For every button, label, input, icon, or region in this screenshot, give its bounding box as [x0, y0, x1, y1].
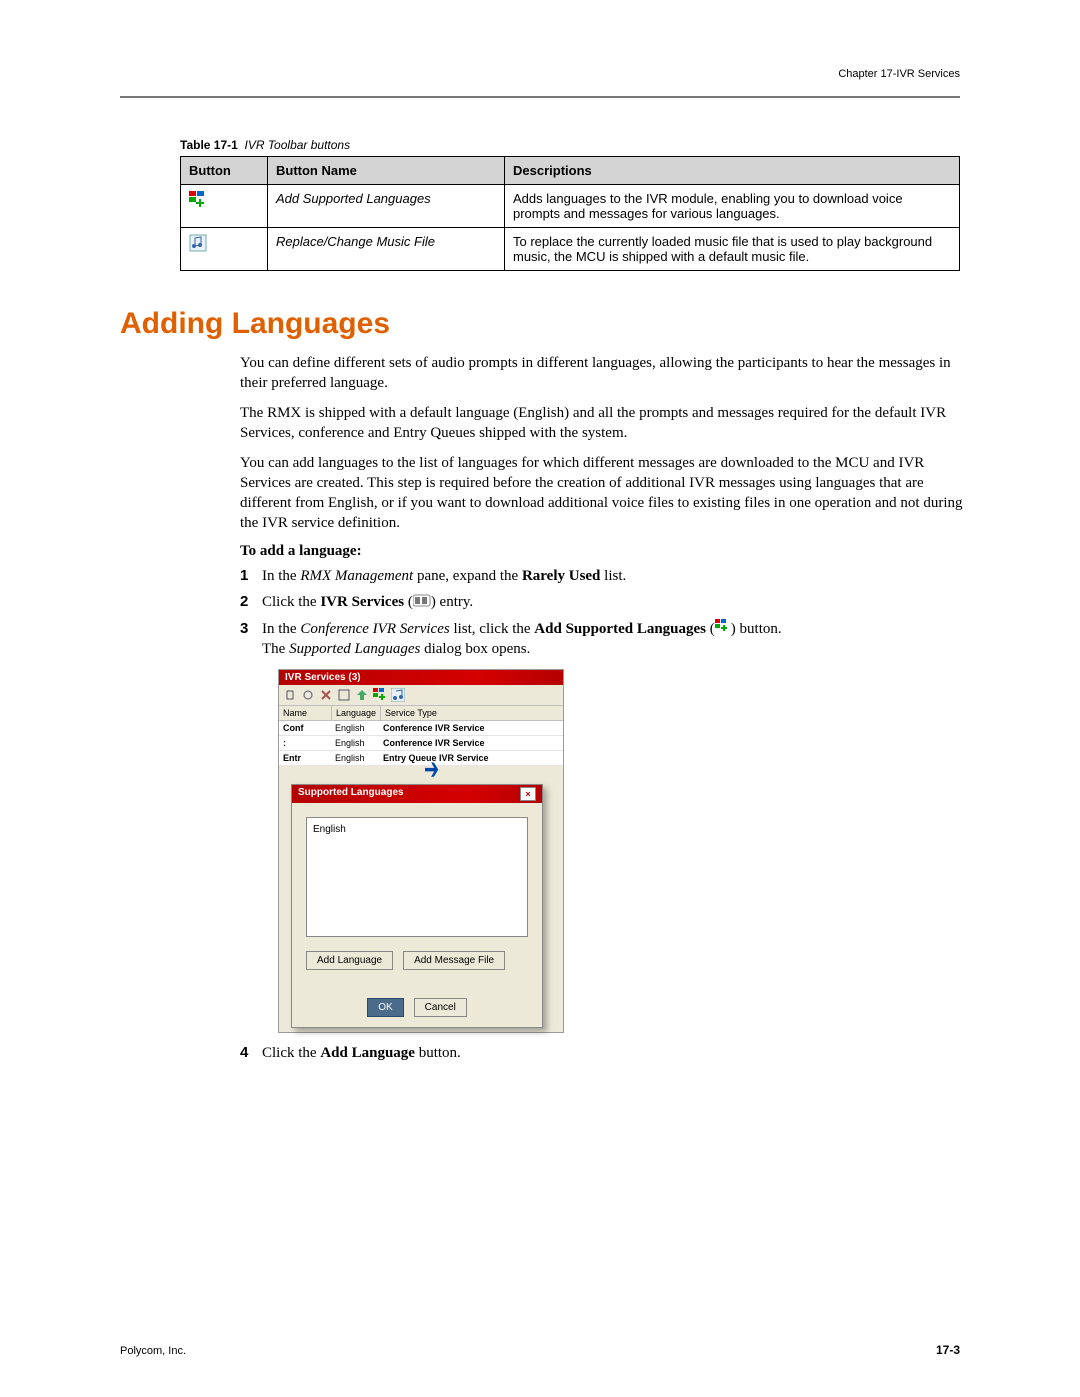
step-text-italic: Supported Languages [289, 641, 420, 657]
th-button: Button [181, 157, 268, 185]
cell-language: English [331, 753, 379, 763]
add-languages-icon[interactable] [373, 688, 387, 702]
table-row[interactable]: Entr English Entry Queue IVR Service [279, 751, 563, 766]
list-item: 3 In the Conference IVR Services list, c… [240, 619, 980, 660]
footer-company: Polycom, Inc. [120, 1345, 186, 1357]
steps-list: 1 In the RMX Management pane, expand the… [120, 566, 960, 659]
steps-title: To add a language: [240, 543, 960, 560]
toolbar-icon[interactable] [301, 688, 315, 702]
toolbar-icon[interactable] [337, 688, 351, 702]
toolbar-icon[interactable] [355, 688, 369, 702]
step-text: pane, expand the [413, 568, 522, 584]
table-header-row: Name Language Service Type [279, 705, 563, 721]
steps-list-continued: 4 Click the Add Language button. [120, 1043, 960, 1063]
add-language-button[interactable]: Add Language [306, 951, 393, 970]
language-listbox[interactable]: English [306, 817, 528, 937]
music-file-icon[interactable] [391, 688, 405, 702]
footer-page-number: 17-3 [936, 1343, 960, 1357]
step-text-bold: Add Language [320, 1045, 415, 1061]
td-desc: To replace the currently loaded music fi… [505, 228, 960, 271]
dialog-title-text: Supported Languages [298, 787, 404, 801]
td-name: Add Supported Languages [268, 185, 505, 228]
td-name: Replace/Change Music File [268, 228, 505, 271]
ivr-toolbar-table: Button Button Name Descriptions Add Supp… [180, 156, 960, 271]
list-item: 2 Click the IVR Services () entry. [240, 592, 980, 613]
window-titlebar: IVR Services (3) [279, 670, 563, 685]
th-desc: Descriptions [505, 157, 960, 185]
cell-name: Entr [279, 753, 331, 763]
add-message-file-button[interactable]: Add Message File [403, 951, 505, 970]
cell-type: Entry Queue IVR Service [379, 753, 563, 763]
body-paragraph: You can add languages to the list of lan… [240, 453, 970, 533]
close-icon[interactable]: × [520, 787, 536, 801]
step-text: Click the [262, 594, 320, 610]
table-row[interactable]: : English Conference IVR Service [279, 736, 563, 751]
col-language: Language [332, 706, 381, 720]
section-heading: Adding Languages [120, 307, 960, 341]
embedded-screenshot: IVR Services (3) Name Language Service T… [278, 669, 960, 1033]
toolbar-icon[interactable] [283, 688, 297, 702]
step-number: 4 [240, 1043, 262, 1063]
step-number: 2 [240, 592, 262, 613]
add-languages-icon [189, 191, 209, 212]
delete-icon[interactable] [319, 688, 333, 702]
th-name: Button Name [268, 157, 505, 185]
step-text-bold: IVR Services [320, 594, 404, 610]
table-caption: Table 17-1 IVR Toolbar buttons [180, 138, 960, 152]
step-text: list. [600, 568, 626, 584]
cell-language: English [331, 723, 379, 733]
cell-name: Conf [279, 723, 331, 733]
cell-type: Conference IVR Service [379, 738, 563, 748]
page-header-chapter: Chapter 17-IVR Services [838, 68, 960, 80]
step-number: 1 [240, 566, 262, 586]
table-row: Replace/Change Music File To replace the… [181, 228, 960, 271]
body-paragraph: You can define different sets of audio p… [240, 353, 970, 393]
table-caption-label: Table 17-1 [180, 138, 238, 152]
arrow-down-icon: ➔ [424, 752, 439, 787]
step-text-italic: RMX Management [300, 568, 413, 584]
add-languages-icon [715, 619, 731, 639]
step-text: In the [262, 621, 300, 637]
step-text: dialog box opens. [420, 641, 530, 657]
col-name: Name [279, 706, 332, 720]
table-caption-text: IVR Toolbar buttons [244, 138, 350, 152]
list-item: 1 In the RMX Management pane, expand the… [240, 566, 980, 586]
body-paragraph: The RMX is shipped with a default langua… [240, 403, 970, 443]
music-file-icon [189, 234, 207, 255]
table-row[interactable]: Conf English Conference IVR Service [279, 721, 563, 736]
table-row: Add Supported Languages Adds languages t… [181, 185, 960, 228]
step-number: 3 [240, 619, 262, 660]
list-item: 4 Click the Add Language button. [240, 1043, 980, 1063]
cell-language: English [331, 738, 379, 748]
list-item[interactable]: English [313, 824, 521, 835]
step-text-bold: Rarely Used [522, 568, 600, 584]
cancel-button[interactable]: Cancel [414, 998, 467, 1017]
step-text: The [262, 641, 289, 657]
cell-type: Conference IVR Service [379, 723, 563, 733]
window-toolbar [279, 685, 563, 705]
step-text: In the [262, 568, 300, 584]
supported-languages-dialog: Supported Languages × English Add Langua… [291, 784, 543, 1028]
step-text: list, click the [450, 621, 535, 637]
step-text-bold: Add Supported Languages [534, 621, 706, 637]
td-desc: Adds languages to the IVR module, enabli… [505, 185, 960, 228]
cell-name: : [279, 738, 331, 748]
step-text: Click the [262, 1045, 320, 1061]
ivr-services-window: IVR Services (3) Name Language Service T… [278, 669, 564, 1033]
step-text: button. [415, 1045, 461, 1061]
dialog-titlebar: Supported Languages × [292, 785, 542, 803]
ok-button[interactable]: OK [367, 998, 403, 1017]
ivr-services-icon [413, 593, 431, 613]
col-service-type: Service Type [381, 706, 563, 720]
header-rule [120, 96, 960, 98]
step-text-italic: Conference IVR Services [300, 621, 449, 637]
